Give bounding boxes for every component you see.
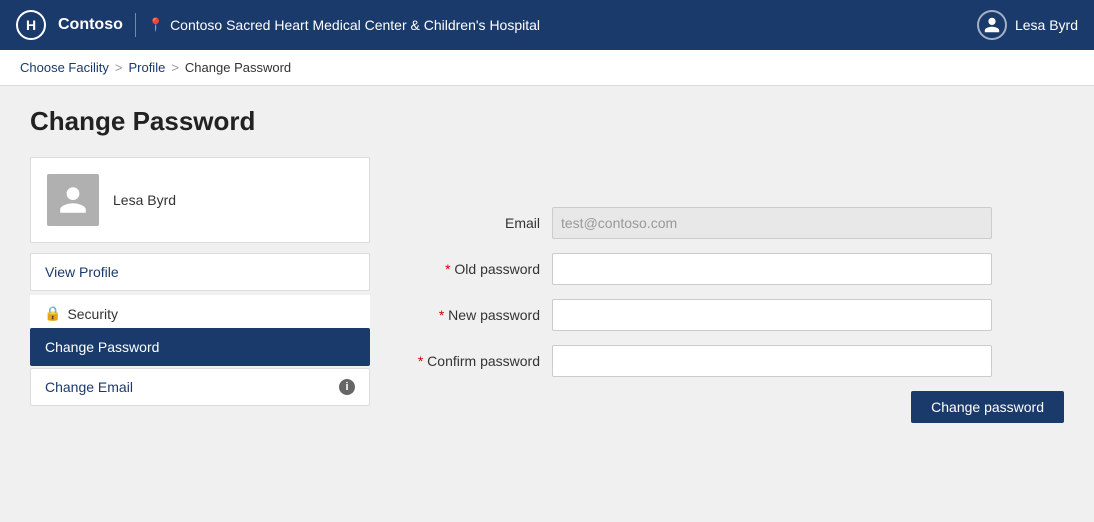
location-icon: 📍	[148, 17, 164, 33]
new-password-row: New password	[400, 299, 1064, 331]
breadcrumb-current: Change Password	[185, 60, 291, 75]
breadcrumb: Choose Facility > Profile > Change Passw…	[0, 50, 1094, 86]
app-logo: H	[16, 10, 46, 40]
page-title: Change Password	[30, 106, 1064, 137]
breadcrumb-sep-2: >	[171, 60, 179, 75]
confirm-password-label: Confirm password	[400, 353, 540, 369]
facility-info: 📍 Contoso Sacred Heart Medical Center & …	[148, 17, 540, 33]
header-left: H Contoso 📍 Contoso Sacred Heart Medical…	[16, 10, 540, 40]
lock-icon: 🔒	[44, 305, 61, 322]
sidebar: Lesa Byrd View Profile 🔒 Security Change…	[30, 157, 370, 423]
change-password-button[interactable]: Change password	[911, 391, 1064, 423]
sidebar-item-change-password[interactable]: Change Password	[30, 328, 370, 366]
old-password-row: Old password	[400, 253, 1064, 285]
user-menu[interactable]: Lesa Byrd	[977, 10, 1078, 40]
breadcrumb-profile[interactable]: Profile	[128, 60, 165, 75]
confirm-password-row: Confirm password	[400, 345, 1064, 377]
sidebar-security-header: 🔒 Security	[30, 295, 370, 328]
user-avatar-icon	[47, 174, 99, 226]
new-password-input[interactable]	[552, 299, 992, 331]
confirm-password-input[interactable]	[552, 345, 992, 377]
info-icon: i	[339, 379, 355, 395]
email-label: Email	[400, 215, 540, 231]
new-password-label: New password	[400, 307, 540, 323]
header-avatar	[977, 10, 1007, 40]
app-header: H Contoso 📍 Contoso Sacred Heart Medical…	[0, 0, 1094, 50]
breadcrumb-choose-facility[interactable]: Choose Facility	[20, 60, 109, 75]
header-username: Lesa Byrd	[1015, 17, 1078, 33]
header-divider	[135, 13, 136, 37]
form-area: Email Old password New password Confirm …	[400, 157, 1064, 423]
old-password-input[interactable]	[552, 253, 992, 285]
content-area: Lesa Byrd View Profile 🔒 Security Change…	[30, 157, 1064, 423]
brand-name: Contoso	[58, 16, 123, 34]
user-card: Lesa Byrd	[30, 157, 370, 243]
facility-name: Contoso Sacred Heart Medical Center & Ch…	[170, 17, 540, 33]
sidebar-user-name: Lesa Byrd	[113, 192, 176, 208]
sidebar-item-change-email[interactable]: Change Email i	[30, 368, 370, 406]
form-actions: Change password	[400, 391, 1064, 423]
email-row: Email	[400, 207, 1064, 239]
old-password-label: Old password	[400, 261, 540, 277]
email-input[interactable]	[552, 207, 992, 239]
main-layout: Change Password Lesa Byrd View Profile 🔒	[0, 86, 1094, 443]
sidebar-item-view-profile[interactable]: View Profile	[30, 253, 370, 291]
breadcrumb-sep-1: >	[115, 60, 123, 75]
